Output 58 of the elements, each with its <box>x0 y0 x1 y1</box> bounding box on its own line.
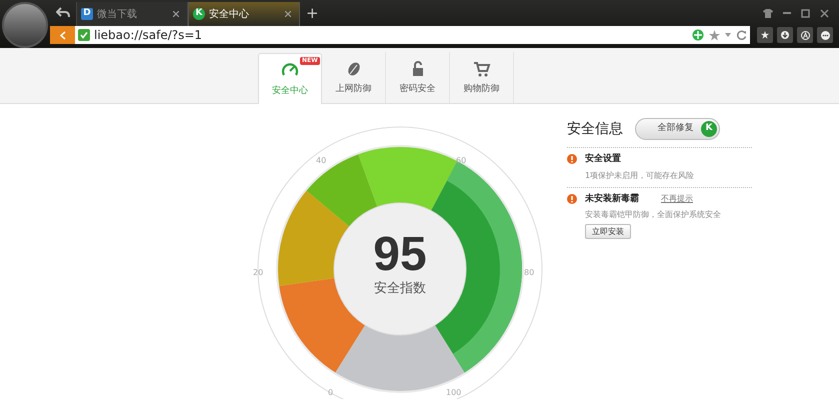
fix-all-button[interactable]: 全部修复 K <box>635 118 720 140</box>
cart-icon <box>472 60 490 78</box>
security-icon[interactable] <box>692 29 704 41</box>
install-button[interactable]: 立即安装 <box>585 224 631 239</box>
browser-tab[interactable]: D 微当下载 <box>76 2 188 26</box>
scale-label: 40 <box>316 155 326 167</box>
item-description: 安装毒霸铠甲防御，全面保护系统安全 <box>585 209 721 221</box>
score-caption: 安全指数 <box>374 280 426 298</box>
star-icon[interactable] <box>709 30 720 40</box>
maximize-icon[interactable] <box>801 8 810 18</box>
scale-label: 80 <box>524 267 534 279</box>
dismiss-link[interactable]: 不再提示 <box>661 193 693 206</box>
scale-label: 20 <box>253 267 264 279</box>
letter-circle-icon <box>800 30 810 40</box>
account-button[interactable] <box>797 27 813 43</box>
browser-tab[interactable]: K 安全中心 <box>188 2 300 26</box>
download-button[interactable] <box>777 27 793 43</box>
favorites-button[interactable] <box>757 27 773 43</box>
tab-label: 上网防御 <box>336 83 372 96</box>
tab-title: 安全中心 <box>209 8 249 22</box>
menu-button[interactable] <box>817 27 833 43</box>
site-icon: D <box>81 8 93 20</box>
address-field[interactable]: liebao://safe/?s=1 <box>75 26 750 44</box>
warning-icon <box>567 194 577 204</box>
back-icon <box>60 30 66 40</box>
warning-icon <box>567 154 577 164</box>
dropdown-icon[interactable] <box>725 33 731 37</box>
item-title: 安全设置 <box>585 153 621 166</box>
nav-tab[interactable]: 上网防御 <box>322 52 386 103</box>
tab-label: 购物防御 <box>464 83 500 96</box>
download-icon <box>781 31 789 39</box>
shirt-icon[interactable] <box>763 8 773 18</box>
score-value: 95 <box>373 231 427 279</box>
undo-icon[interactable] <box>56 7 70 19</box>
address-text: liebao://safe/?s=1 <box>94 27 202 44</box>
item-title: 未安装新毒霸 <box>585 192 639 206</box>
star-icon <box>761 31 769 39</box>
new-tab-button[interactable]: + <box>306 2 319 24</box>
close-icon[interactable] <box>820 8 829 18</box>
scale-label: 0 <box>328 387 334 399</box>
check-icon <box>78 29 90 41</box>
back-button[interactable] <box>50 26 75 44</box>
panel-title: 安全信息 <box>567 119 623 138</box>
k-badge: K <box>701 120 717 136</box>
close-icon[interactable] <box>285 11 291 17</box>
item-description: 1项保护未启用，可能存在风险 <box>585 170 694 182</box>
tab-title: 微当下载 <box>97 8 137 22</box>
site-icon: K <box>193 8 205 20</box>
scale-label: 100 <box>446 387 462 399</box>
tab-label: 密码安全 <box>400 83 436 96</box>
nav-tab[interactable]: 购物防御 <box>450 52 514 103</box>
close-icon[interactable] <box>173 11 179 17</box>
scale-label: 60 <box>456 155 466 167</box>
browser-logo[interactable] <box>2 2 48 48</box>
nav-tab[interactable]: 密码安全 <box>386 52 450 103</box>
refresh-icon[interactable] <box>736 30 747 40</box>
more-icon <box>820 30 830 40</box>
tab-label: 安全中心 <box>272 85 308 98</box>
